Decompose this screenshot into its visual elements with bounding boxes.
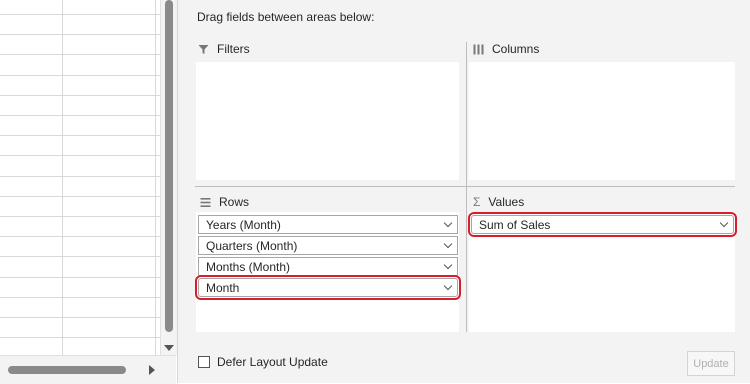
- chevron-down-icon[interactable]: [443, 239, 453, 249]
- defer-layout-checkbox[interactable]: [198, 356, 210, 368]
- grid-line: [0, 135, 160, 136]
- values-drop-area[interactable]: Sum of Sales: [468, 212, 737, 332]
- update-button[interactable]: Update: [687, 351, 735, 376]
- field-label: Years (Month): [206, 217, 281, 232]
- horizontal-scrollbar[interactable]: [0, 355, 176, 384]
- defer-layout-label: Defer Layout Update: [217, 355, 328, 369]
- chevron-down-icon[interactable]: [443, 260, 453, 270]
- rows-icon: [200, 197, 211, 207]
- grid-line: [0, 75, 160, 76]
- filters-area-header: Filters: [198, 42, 250, 56]
- filters-label: Filters: [217, 42, 250, 56]
- row-field-years[interactable]: Years (Month): [198, 215, 458, 234]
- chevron-down-icon[interactable]: [443, 281, 453, 291]
- pivot-fields-pane: Drag fields between areas below: Filters…: [177, 0, 750, 383]
- grid-line: [0, 14, 160, 15]
- vertical-scrollbar[interactable]: [160, 0, 177, 355]
- values-area-header: Σ Values: [473, 195, 524, 209]
- rows-area-header: Rows: [200, 195, 249, 209]
- columns-icon: [473, 44, 484, 54]
- grid-line: [0, 277, 160, 278]
- columns-label: Columns: [492, 42, 540, 56]
- scroll-down-arrow-icon[interactable]: [164, 345, 174, 351]
- area-divider-vertical: [466, 42, 467, 332]
- field-label: Months (Month): [206, 259, 291, 274]
- defer-layout-update[interactable]: Defer Layout Update: [198, 355, 328, 369]
- grid-line: [0, 196, 160, 197]
- row-field-month[interactable]: Month: [195, 275, 461, 300]
- vertical-scroll-thumb[interactable]: [165, 0, 173, 332]
- horizontal-scroll-thumb[interactable]: [8, 366, 126, 374]
- scroll-right-arrow-icon[interactable]: [149, 365, 155, 375]
- chevron-down-icon[interactable]: [719, 218, 729, 228]
- field-label: Month: [206, 280, 240, 295]
- drag-instructions: Drag fields between areas below:: [197, 10, 375, 24]
- columns-area-header: Columns: [473, 42, 539, 56]
- field-label: Quarters (Month): [206, 238, 298, 253]
- values-label: Values: [488, 195, 525, 209]
- grid-line: [0, 54, 160, 55]
- grid-line: [0, 317, 160, 318]
- rows-label: Rows: [219, 195, 250, 209]
- row-field-quarters[interactable]: Quarters (Month): [198, 236, 458, 255]
- row-field-months[interactable]: Months (Month): [198, 257, 458, 276]
- worksheet-grid[interactable]: [0, 0, 160, 355]
- field-label: Sum of Sales: [479, 217, 551, 232]
- chevron-down-icon[interactable]: [443, 218, 453, 228]
- filters-drop-area[interactable]: [196, 62, 459, 180]
- grid-line: [0, 216, 160, 217]
- sigma-icon: Σ: [473, 195, 481, 209]
- grid-line: [0, 155, 160, 156]
- columns-drop-area[interactable]: [469, 62, 735, 180]
- value-field-sum-of-sales[interactable]: Sum of Sales: [468, 212, 737, 237]
- grid-line: [0, 256, 160, 257]
- grid-line: [0, 297, 160, 298]
- grid-line: [0, 95, 160, 96]
- grid-line: [0, 176, 160, 177]
- rows-drop-area[interactable]: Years (Month) Quarters (Month) Months (M…: [195, 212, 461, 332]
- grid-line: [0, 34, 160, 35]
- filter-icon: [198, 44, 209, 54]
- area-divider-horizontal: [195, 186, 735, 187]
- grid-line: [0, 236, 160, 237]
- grid-line: [0, 337, 160, 338]
- grid-line: [0, 115, 160, 116]
